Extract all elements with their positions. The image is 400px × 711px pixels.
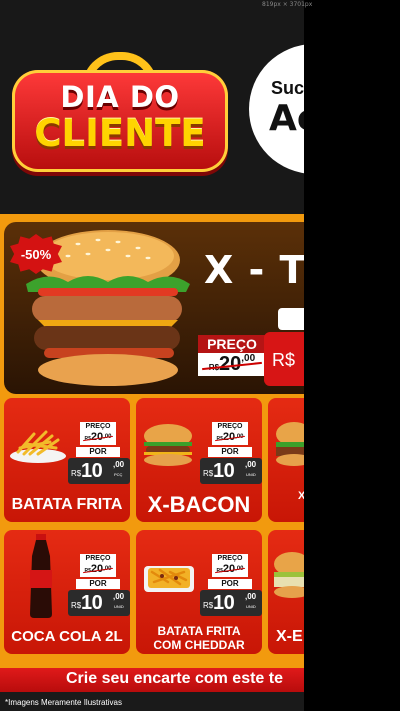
cheddar-fries-image	[144, 566, 194, 592]
burger-image	[276, 422, 304, 466]
price-tag: PREÇO R$20,00 POR R$ 10,00 UNID	[68, 554, 130, 616]
burger-image	[274, 552, 304, 598]
product-name: BATATA FRITA COM CHEDDAR	[153, 624, 245, 652]
promo-badge-line2: Ac	[269, 98, 304, 139]
disclaimer-text: *Imagens Meramente Ilustrativas	[5, 698, 122, 707]
product-card-coca-cola: PREÇO R$20,00 POR R$ 10,00 UNID COCA COLA …	[4, 530, 130, 654]
featured-old-price: PREÇO R$20,00	[198, 335, 266, 383]
featured-label-strip	[278, 308, 304, 330]
product-card-x-bacon: PREÇO R$20,00 POR R$ 10,00 UNID X-BACON	[136, 398, 262, 522]
featured-old-value: R$20,00	[198, 353, 266, 376]
featured-price-label: PREÇO	[198, 335, 266, 353]
featured-title: X - TU	[204, 248, 304, 292]
cta-text: Crie seu encarte com este te	[66, 670, 283, 687]
product-card-partial: X-E	[268, 530, 304, 654]
x-bacon-image	[144, 424, 192, 466]
product-card-batata-cheddar: PREÇO R$20,00 POR R$ 10,00 UNID BATATA FRI…	[136, 530, 262, 654]
price-tag: PREÇO R$20,00 POR R$ 10,00 PCÇ	[68, 422, 130, 484]
soda-bottle-image	[30, 534, 52, 618]
canvas-background	[304, 0, 400, 711]
product-name: X-BACON	[147, 492, 251, 517]
product-name: BATATA FRITA	[11, 496, 123, 513]
logo-text-line2: CLIENTE	[34, 112, 206, 155]
logo-text-line1: DIA DO	[60, 80, 180, 114]
price-tag: PREÇO R$20,00 POR R$ 10,00 UNID	[200, 422, 262, 484]
fries-image	[10, 430, 66, 463]
price-tag: PREÇO R$20,00 POR R$ 10,00 UNID	[200, 554, 262, 616]
dia-do-cliente-logo: DIA DO CLIENTE	[12, 52, 228, 174]
canvas-dimensions-label: 819px × 3701px	[262, 1, 313, 8]
product-name: COCA COLA 2L	[11, 628, 123, 645]
product-card-batata-frita: PREÇO R$20,00 POR R$ 10,00 PCÇ BATATA FRIT…	[4, 398, 130, 522]
product-card-partial: X-	[268, 398, 304, 522]
promo-badge-line1: Suc	[271, 78, 304, 98]
featured-new-price: R$	[264, 332, 304, 386]
flyer-canvas: DIA DO CLIENTE Suc Ac -50% X - TU PREÇO …	[0, 0, 304, 711]
product-name: X-E	[276, 628, 303, 645]
